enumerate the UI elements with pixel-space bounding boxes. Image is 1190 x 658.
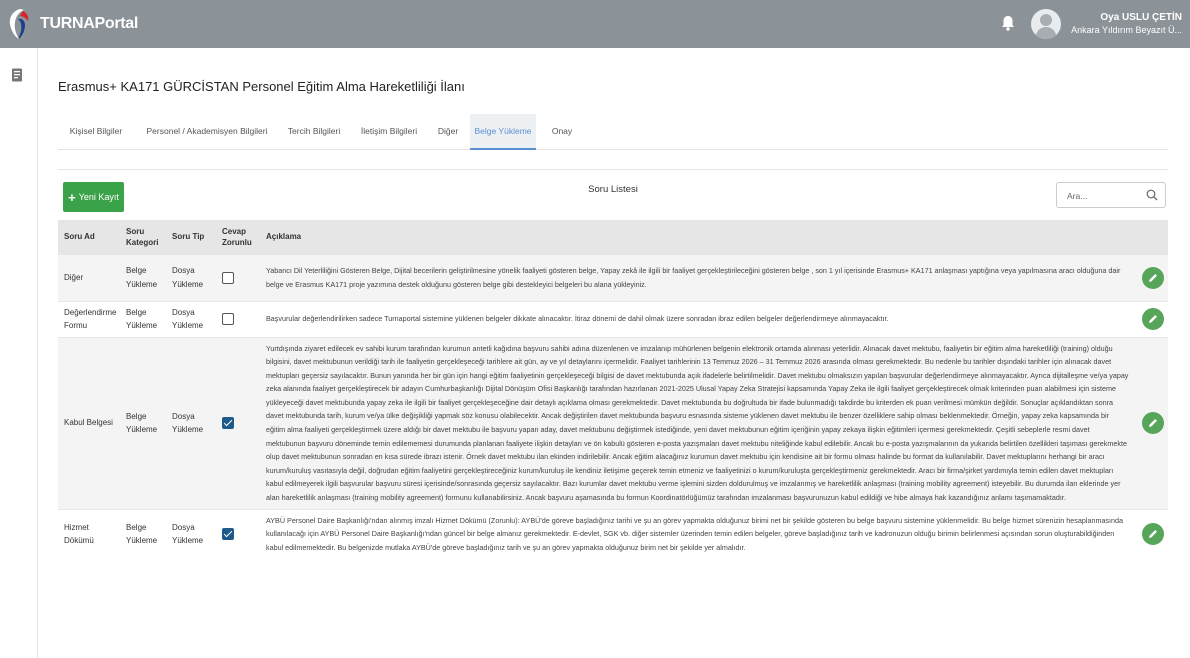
- top-navbar: TURNAPortal Oya USLU ÇETİN Ankara Yıldır…: [0, 0, 1190, 48]
- cell-soru-ad: Değerlendirme Formu: [58, 300, 120, 337]
- col-header-soru-kategori[interactable]: Soru Kategori: [120, 220, 166, 254]
- tab-diger[interactable]: Diğer: [434, 114, 462, 150]
- document-icon[interactable]: [11, 68, 25, 84]
- cell-soru-tip: Dosya Yükleme: [166, 253, 216, 301]
- cell-aciklama: AYBÜ Personel Daire Başkanlığı'ndan alın…: [260, 508, 1136, 559]
- page-title: Erasmus+ KA171 GÜRCİSTAN Personel Eğitim…: [58, 79, 465, 94]
- pencil-icon: [1149, 273, 1157, 282]
- required-checkbox[interactable]: [222, 417, 234, 430]
- edit-button[interactable]: [1142, 523, 1164, 546]
- search-placeholder: Ara...: [1067, 191, 1088, 201]
- table-row: Değerlendirme Formu Belge Yükleme Dosya …: [58, 300, 1168, 337]
- cell-soru-kategori: Belge Yükleme: [120, 300, 166, 337]
- cell-actions: [1136, 253, 1168, 301]
- cell-soru-ad: Diğer: [58, 253, 120, 301]
- cell-aciklama: Yabancı Dil Yeterliliğini Gösteren Belge…: [260, 253, 1136, 301]
- bell-icon[interactable]: [1001, 15, 1019, 33]
- cell-soru-tip: Dosya Yükleme: [166, 300, 216, 337]
- cell-cevap-zorunlu: [216, 508, 260, 559]
- user-area: Oya USLU ÇETİN Ankara Yıldırım Beyazıt Ü…: [1001, 0, 1182, 48]
- new-record-button[interactable]: + Yeni Kayıt: [63, 182, 124, 212]
- turna-logo-icon[interactable]: [6, 6, 36, 42]
- question-list-panel: Soru Listesi + Yeni Kayıt Ara... Soru Ad…: [58, 169, 1168, 649]
- cell-soru-ad: Hizmet Dökümü: [58, 508, 120, 559]
- tab-bar: Kişisel Bilgiler Personel / Akademisyen …: [58, 114, 1168, 150]
- required-checkbox[interactable]: [222, 528, 234, 541]
- search-icon[interactable]: [1146, 189, 1158, 201]
- pencil-icon: [1149, 315, 1157, 323]
- tab-onay[interactable]: Onay: [548, 114, 576, 150]
- tab-tercih-bilgileri[interactable]: Tercih Bilgileri: [282, 114, 346, 150]
- table-row: Kabul Belgesi Belge Yükleme Dosya Yüklem…: [58, 336, 1168, 510]
- cell-soru-kategori: Belge Yükleme: [120, 508, 166, 559]
- edit-button[interactable]: [1142, 308, 1164, 330]
- question-table: Soru Ad Soru Kategori Soru Tip Cevap Zor…: [58, 220, 1168, 559]
- cell-soru-kategori: Belge Yükleme: [120, 253, 166, 301]
- required-checkbox[interactable]: [222, 271, 234, 284]
- tab-iletisim-bilgileri[interactable]: İletişim Bilgileri: [356, 114, 422, 150]
- cell-soru-tip: Dosya Yükleme: [166, 336, 216, 510]
- user-info[interactable]: Oya USLU ÇETİN Ankara Yıldırım Beyazıt Ü…: [1071, 12, 1182, 36]
- cell-soru-kategori: Belge Yükleme: [120, 336, 166, 510]
- pencil-icon: [1149, 419, 1157, 428]
- cell-aciklama: Yurtdışında ziyaret edilecek ev sahibi k…: [260, 336, 1136, 510]
- required-checkbox[interactable]: [222, 313, 234, 325]
- user-institution: Ankara Yıldırım Beyazıt Ü...: [1071, 25, 1182, 35]
- cell-soru-tip: Dosya Yükleme: [166, 508, 216, 559]
- plus-icon: +: [68, 189, 76, 205]
- list-title: Soru Listesi: [588, 184, 638, 195]
- table-row: Hizmet Dökümü Belge Yükleme Dosya Yüklem…: [58, 508, 1168, 559]
- edit-button[interactable]: [1142, 412, 1164, 435]
- col-header-actions: [1136, 220, 1168, 254]
- cell-actions: [1136, 336, 1168, 510]
- cell-actions: [1136, 300, 1168, 337]
- table-row: Diğer Belge Yükleme Dosya Yükleme Yabanc…: [58, 253, 1168, 301]
- pencil-icon: [1149, 530, 1157, 539]
- user-avatar[interactable]: [1031, 9, 1062, 39]
- cell-actions: [1136, 508, 1168, 559]
- cell-aciklama: Başvurular değerlendirilirken sadece Tur…: [260, 300, 1136, 337]
- table-header-row: Soru Ad Soru Kategori Soru Tip Cevap Zor…: [58, 220, 1168, 254]
- col-header-aciklama[interactable]: Açıklama: [260, 220, 1136, 254]
- cell-cevap-zorunlu: [216, 300, 260, 337]
- edit-button[interactable]: [1142, 266, 1164, 289]
- cell-soru-ad: Kabul Belgesi: [58, 336, 120, 510]
- user-name: Oya USLU ÇETİN: [1100, 12, 1182, 23]
- new-record-label: Yeni Kayıt: [78, 192, 119, 202]
- cell-cevap-zorunlu: [216, 336, 260, 510]
- cell-cevap-zorunlu: [216, 253, 260, 301]
- col-header-soru-tip[interactable]: Soru Tip: [166, 220, 216, 254]
- tab-kisisel-bilgiler[interactable]: Kişisel Bilgiler: [62, 114, 130, 150]
- sidebar: [0, 48, 38, 658]
- col-header-cevap-zorunlu[interactable]: Cevap Zorunlu: [216, 220, 260, 254]
- search-input[interactable]: Ara...: [1056, 182, 1166, 208]
- app-brand[interactable]: TURNAPortal: [40, 15, 138, 33]
- col-header-soru-ad[interactable]: Soru Ad: [58, 220, 120, 254]
- tab-personel-bilgileri[interactable]: Personel / Akademisyen Bilgileri: [144, 114, 270, 150]
- tab-belge-yukleme[interactable]: Belge Yükleme: [470, 114, 536, 150]
